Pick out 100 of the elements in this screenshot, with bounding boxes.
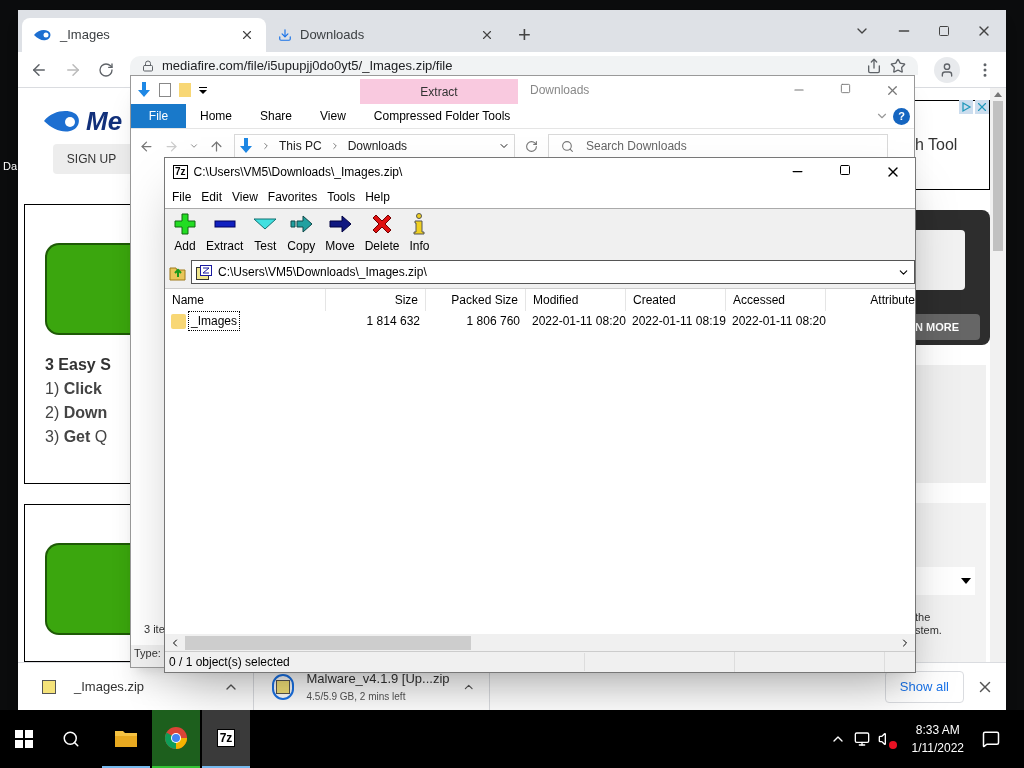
up-icon[interactable]	[209, 138, 224, 154]
download-arrow-icon	[239, 138, 253, 154]
address-bar[interactable]: mediafire.com/file/i5upupjj0do0yt5/_Images.zip/file	[130, 56, 918, 75]
archive-icon	[196, 264, 212, 280]
caret-icon	[961, 578, 971, 584]
menu-item[interactable]: Tools	[322, 188, 361, 206]
ribbon-tab[interactable]: Share	[246, 104, 307, 128]
maximize-icon[interactable]	[839, 164, 851, 176]
breadcrumb-item[interactable]: This PC	[279, 137, 322, 155]
menu-item[interactable]: View	[227, 188, 263, 206]
profile-avatar[interactable]	[934, 56, 960, 83]
info-icon	[412, 212, 427, 235]
refresh-icon[interactable]	[525, 139, 538, 153]
column-header[interactable]: Attribute	[826, 289, 917, 311]
table-cell-text: 2022-01-11 08:20	[731, 313, 826, 330]
column-header[interactable]: Size	[326, 289, 426, 311]
download-button[interactable]	[45, 543, 130, 635]
scroll-thumb[interactable]	[993, 101, 1003, 251]
desktop-icon-label: Da	[3, 159, 18, 174]
download-icon	[278, 28, 292, 42]
toolbar-button[interactable]: Copy	[282, 210, 321, 257]
steps-title: 3 Easy S	[45, 355, 112, 375]
muted-badge	[888, 741, 897, 749]
column-header[interactable]: Created	[626, 289, 726, 311]
menu-item[interactable]: Help	[360, 188, 395, 206]
toolbar-button[interactable]: Test	[248, 210, 283, 257]
context-tab-header[interactable]: Extract	[360, 79, 518, 104]
column-header[interactable]: Accessed	[726, 289, 826, 311]
share-icon[interactable]	[866, 57, 882, 74]
browser-tab[interactable]: Downloads	[266, 18, 506, 52]
arrow-icon	[289, 212, 314, 235]
ribbon-tab[interactable]: File	[131, 104, 186, 128]
clock-time[interactable]: 8:33 AM	[915, 721, 960, 739]
path-field[interactable]: C:\Users\VM5\Downloads\_Images.zip\	[191, 260, 915, 284]
ad-text: h Tool	[915, 135, 958, 155]
help-icon[interactable]: ?	[893, 107, 910, 125]
chevron-icon	[261, 141, 271, 151]
delete-icon	[371, 212, 394, 235]
window-title: Downloads	[530, 82, 590, 99]
properties-icon	[159, 83, 171, 97]
toolbar-button[interactable]: Add	[169, 210, 201, 257]
folder-icon	[171, 313, 186, 329]
breadcrumb-item[interactable]: Downloads	[347, 137, 408, 155]
customize-icon[interactable]	[199, 86, 207, 94]
clock-date[interactable]: 1/11/2022	[911, 739, 964, 757]
toolbar-button[interactable]: Info	[404, 210, 435, 257]
notifications-icon[interactable]	[982, 730, 1000, 748]
download-button[interactable]	[45, 243, 130, 335]
start-icon[interactable]	[15, 730, 33, 748]
new-tab-button[interactable]: +	[518, 24, 531, 46]
app-logo: 7z	[216, 729, 236, 747]
horizontal-scrollbar[interactable]	[165, 634, 915, 651]
lock-icon	[142, 59, 154, 72]
toolbar-button[interactable]: Delete	[359, 210, 405, 257]
folder-icon	[114, 728, 138, 748]
reload-icon[interactable]	[98, 61, 114, 78]
table-cell-text: 2022-01-11 08:19	[631, 313, 726, 330]
download-status: 4.5/5.9 GB, 2 mins left	[306, 689, 407, 704]
chrome-icon	[164, 726, 188, 750]
step-text: 1) Click	[45, 379, 103, 399]
search-icon[interactable]	[62, 730, 80, 748]
plus-icon	[174, 212, 196, 235]
bookmark-icon[interactable]	[890, 57, 906, 74]
back-icon[interactable]	[139, 138, 154, 154]
close-tab-icon[interactable]	[480, 28, 494, 42]
folder-icon	[179, 83, 191, 97]
download-arrow-icon	[137, 82, 151, 98]
maximize-icon[interactable]	[938, 25, 950, 37]
download-name[interactable]: Malware_v4.1.9 [Up...zip	[306, 669, 450, 689]
column-header[interactable]: Packed Size	[426, 289, 526, 311]
search-icon	[561, 139, 574, 153]
toolbar-button[interactable]: Move	[320, 210, 360, 257]
ribbon-tab[interactable]: View	[306, 104, 360, 128]
table-cell-text: 1 814 632	[365, 313, 421, 330]
dropdown[interactable]	[915, 567, 975, 595]
browser-tab[interactable]: _Images	[22, 18, 266, 52]
menu-item[interactable]: File	[167, 188, 197, 206]
column-header[interactable]: Modified	[526, 289, 626, 311]
window-title: C:\Users\VM5\Downloads\_Images.zip\	[193, 164, 403, 181]
ribbon-tab[interactable]: Home	[186, 104, 246, 128]
toolbar-button[interactable]: Extract	[201, 210, 249, 257]
sign-up-button[interactable]: SIGN UP	[53, 144, 130, 174]
network-icon[interactable]	[853, 731, 870, 747]
file-name[interactable]: _Images	[188, 311, 241, 331]
menu-item[interactable]: Favorites	[262, 188, 323, 206]
side-text: the stem.	[915, 611, 943, 637]
scroll-up-icon	[994, 92, 1002, 97]
step-text: 2) Down	[45, 403, 109, 423]
step-text: 3) Get Q	[45, 427, 109, 447]
close-tab-icon[interactable]	[240, 28, 254, 42]
status-text: 0 / 1 object(s) selected	[165, 653, 585, 671]
arrow-icon	[328, 212, 353, 235]
taskbar-app[interactable]: 7z	[202, 710, 250, 768]
scrollbar[interactable]	[990, 88, 1006, 662]
download-name[interactable]: _Images.zip	[74, 676, 211, 697]
learn-more-button[interactable]: N MORE	[915, 314, 980, 340]
column-header[interactable]: Name	[165, 289, 326, 311]
menu-item[interactable]: Edit	[196, 188, 228, 206]
table-cell-text: 2022-01-11 08:20	[531, 313, 626, 330]
table-cell-text: 1 806 760	[465, 313, 521, 330]
